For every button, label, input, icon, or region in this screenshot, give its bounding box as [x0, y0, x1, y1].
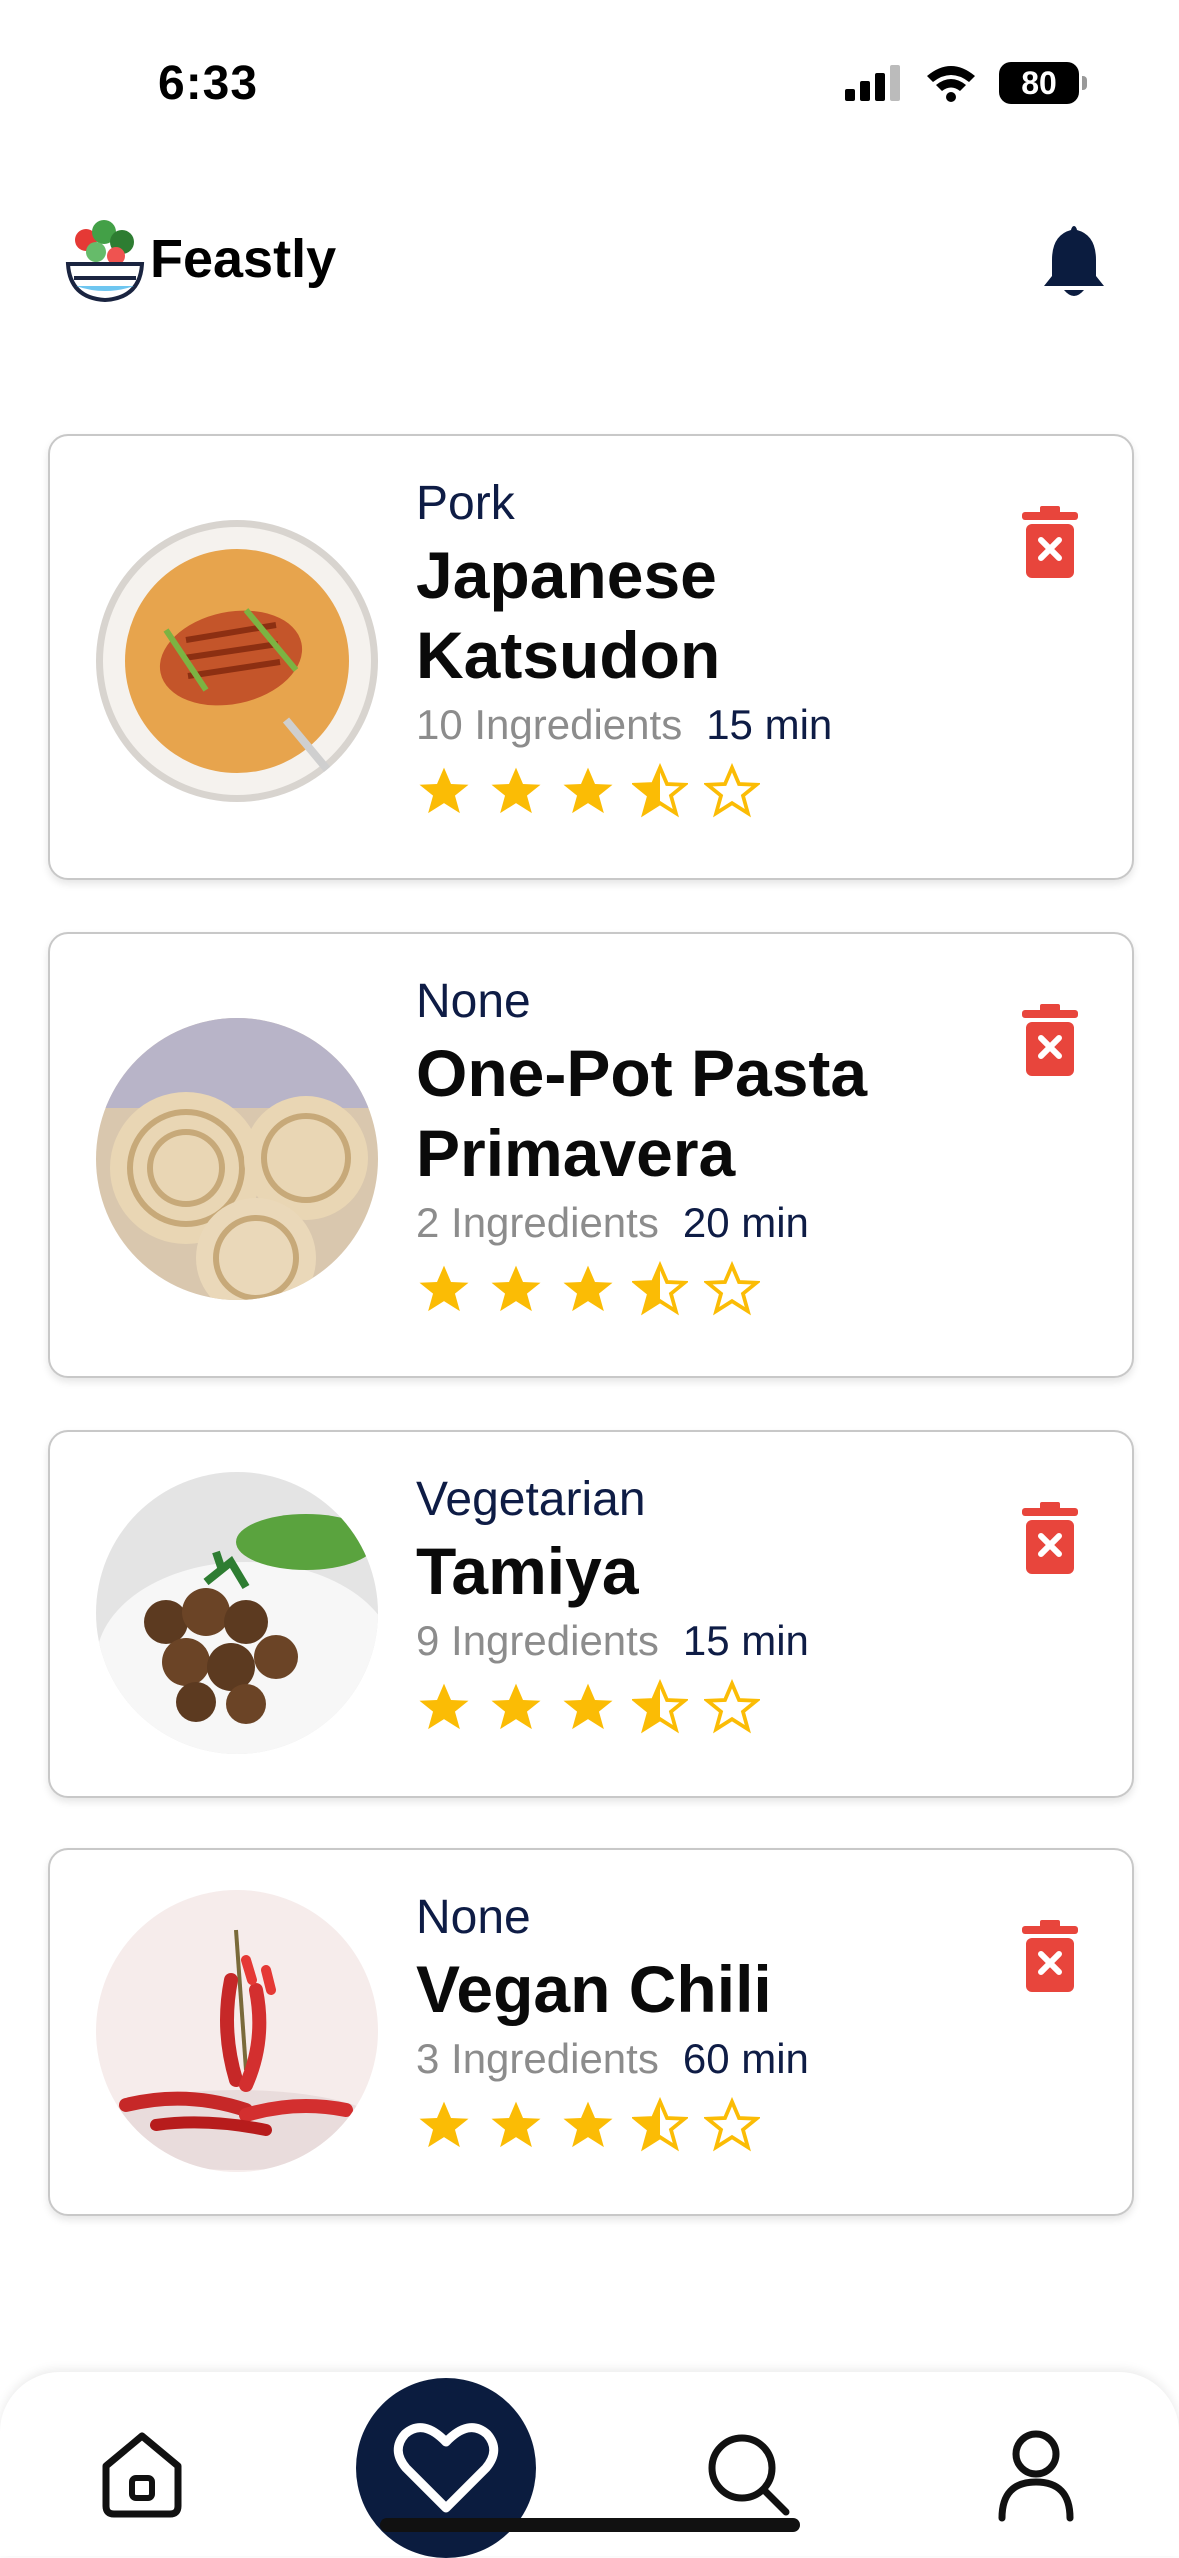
star-full-icon [419, 2101, 469, 2148]
recipe-title: One-Pot Pasta Primavera [416, 1036, 868, 1190]
recipe-meta: 3 Ingredients 60 min [416, 2035, 976, 2083]
status-icons: 80 [845, 62, 1087, 104]
heart-icon [393, 2423, 499, 2513]
star-full-icon [563, 1683, 613, 1730]
recipe-image-pasta [96, 1018, 378, 1300]
recipe-title: Japanese Katsudon [416, 538, 721, 692]
star-full-icon [419, 767, 469, 814]
recipe-category: None [416, 1891, 531, 1944]
delete-trash-icon[interactable] [1022, 1920, 1078, 1992]
ingredients-count: 9 Ingredients [416, 1617, 659, 1664]
delete-trash-icon[interactable] [1022, 506, 1078, 578]
cook-time: 60 min [682, 2035, 809, 2082]
ingredients-count: 3 Ingredients [416, 2035, 659, 2082]
delete-trash-icon[interactable] [1022, 1502, 1078, 1574]
star-full-icon [419, 1683, 469, 1730]
cook-time: 15 min [682, 1617, 809, 1664]
recipe-category: Vegetarian [416, 1473, 646, 1526]
notification-bell-icon[interactable] [1040, 222, 1108, 302]
star-full-icon [563, 2101, 613, 2148]
recipe-info: None Vegan Chili 3 Ingredients 60 min [416, 1890, 976, 2153]
recipe-image-katsudon [96, 520, 378, 802]
star-empty-icon [704, 763, 760, 818]
star-full-icon [491, 767, 541, 814]
status-bar: 6:33 80 [0, 0, 1179, 150]
recipe-title: Vegan Chili [416, 1952, 772, 2026]
recipe-title: Tamiya [416, 1534, 639, 1608]
home-icon[interactable] [92, 2424, 192, 2524]
recipe-image-tamiya [96, 1472, 378, 1754]
star-full-icon [563, 767, 613, 814]
recipe-meta: 2 Ingredients 20 min [416, 1199, 976, 1247]
star-half-icon [632, 1679, 688, 1734]
star-empty-icon [704, 2097, 760, 2152]
star-empty-icon [704, 1679, 760, 1734]
recipe-info: Pork Japanese Katsudon 10 Ingredients 15 … [416, 476, 832, 819]
ingredients-count: 10 Ingredients [416, 701, 683, 748]
rating-stars [416, 763, 832, 819]
recipe-category: None [416, 975, 531, 1028]
recipe-card[interactable]: None Vegan Chili 3 Ingredients 60 min [48, 1848, 1134, 2216]
brand-name: Feastly [150, 229, 337, 289]
cook-time: 20 min [682, 1199, 809, 1246]
search-icon[interactable] [698, 2424, 798, 2524]
recipe-image-chili [96, 1890, 378, 2172]
rating-stars [416, 1261, 976, 1317]
delete-trash-icon[interactable] [1022, 1004, 1078, 1076]
recipe-meta: 10 Ingredients 15 min [416, 701, 832, 749]
rating-stars [416, 1679, 976, 1735]
recipe-category: Pork [416, 477, 515, 530]
star-half-icon [632, 763, 688, 818]
wifi-icon [927, 66, 975, 102]
recipe-meta: 9 Ingredients 15 min [416, 1617, 976, 1665]
recipe-card[interactable]: Pork Japanese Katsudon 10 Ingredients 15 … [48, 434, 1134, 880]
star-full-icon [491, 2101, 541, 2148]
battery-indicator: 80 [999, 62, 1087, 104]
ingredients-count: 2 Ingredients [416, 1199, 659, 1246]
recipe-card[interactable]: None One-Pot Pasta Primavera 2 Ingredien… [48, 932, 1134, 1378]
star-full-icon [491, 1265, 541, 1312]
star-empty-icon [704, 1261, 760, 1316]
recipe-info: None One-Pot Pasta Primavera 2 Ingredien… [416, 974, 976, 1317]
cellular-signal-icon [845, 65, 900, 101]
home-indicator [380, 2518, 800, 2532]
star-full-icon [419, 1265, 469, 1312]
cook-time: 15 min [706, 701, 833, 748]
salad-bowl-logo-icon [65, 220, 145, 303]
recipe-info: Vegetarian Tamiya 9 Ingredients 15 min [416, 1472, 976, 1735]
star-full-icon [563, 1265, 613, 1312]
user-icon[interactable] [986, 2424, 1086, 2524]
app-header: Feastly [0, 200, 1179, 330]
status-time: 6:33 [158, 57, 259, 110]
star-full-icon [491, 1683, 541, 1730]
star-half-icon [632, 1261, 688, 1316]
star-half-icon [632, 2097, 688, 2152]
rating-stars [416, 2097, 976, 2153]
recipe-card[interactable]: Vegetarian Tamiya 9 Ingredients 15 min [48, 1430, 1134, 1798]
